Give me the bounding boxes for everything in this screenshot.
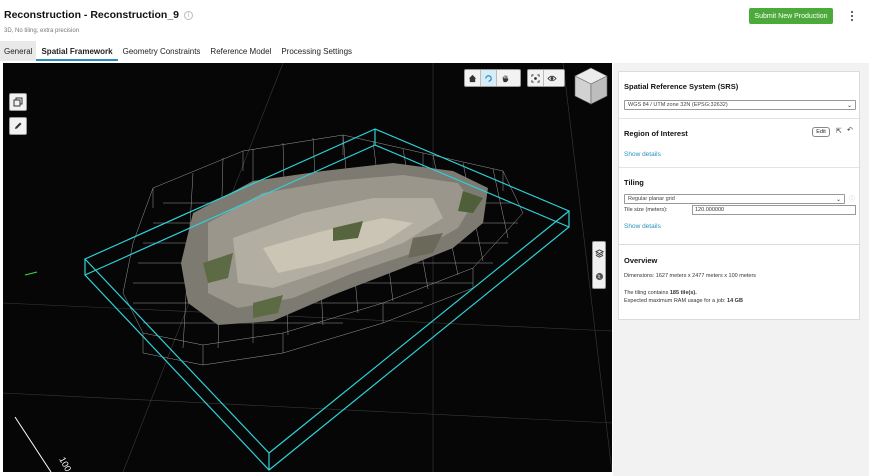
green-axis-marker (24, 271, 38, 276)
tab-general[interactable]: General (0, 41, 37, 61)
side-tools (592, 241, 606, 289)
roi-title: Region of Interest (624, 129, 688, 138)
tab-geometry-constraints[interactable]: Geometry Constraints (118, 41, 206, 61)
export-icon[interactable]: ⇱ (836, 127, 842, 135)
roi-show-details-link[interactable]: Show details (624, 151, 661, 158)
point-cloud (181, 163, 488, 325)
srs-select[interactable]: WGS 84 / UTM zone 32N (EPSG:32632) ⌄ (624, 100, 856, 110)
box-select-button[interactable] (9, 93, 27, 111)
home-button[interactable] (465, 70, 481, 86)
tab-bar: General Spatial Framework Geometry Const… (0, 41, 869, 61)
pan-button[interactable] (497, 70, 513, 86)
submit-new-production-button[interactable]: Submit New Production (749, 8, 833, 24)
tiling-info-icon[interactable]: ⓘ (849, 194, 855, 203)
tiling-mode-select[interactable]: Regular planar grid ⌄ (624, 194, 845, 204)
fit-icon (531, 73, 540, 83)
overview-tiles: The tiling contains 185 tile(s). (624, 290, 697, 296)
more-options-icon[interactable] (848, 9, 856, 23)
info-icon[interactable]: i (184, 10, 194, 20)
page-title: Reconstruction - Reconstruction_9 (4, 9, 180, 21)
divider (619, 167, 861, 168)
overview-card: Overview Dimensions: 1627 meters x 2477 … (618, 244, 860, 320)
chevron-down-icon: ⌄ (846, 103, 852, 109)
overview-ram: Expected maximum RAM usage for a job: 14… (624, 298, 743, 304)
tile-size-value: 120.000000 (695, 207, 725, 213)
properties-panel: Spatial Reference System (SRS) WGS 84 / … (613, 63, 869, 476)
divider (619, 118, 861, 119)
box-select-icon (13, 97, 23, 107)
page-subtitle: 3D, No tiling, extra precision (4, 28, 80, 34)
view-toolbar (464, 69, 521, 87)
navigation-cube[interactable] (573, 66, 609, 106)
scene-canvas[interactable]: 100 (3, 63, 612, 472)
tiling-title: Tiling (624, 178, 644, 187)
axis-line (14, 416, 52, 472)
eye-icon (547, 75, 557, 81)
settings-card: Spatial Reference System (SRS) WGS 84 / … (618, 71, 861, 245)
pan-icon (502, 74, 508, 82)
srs-value: WGS 84 / UTM zone 32N (EPSG:32632) (628, 102, 728, 108)
tiling-show-details-link[interactable]: Show details (624, 223, 661, 230)
visibility-button[interactable] (544, 70, 560, 86)
overview-ram-prefix: Expected maximum RAM usage for a job: (624, 298, 728, 304)
undo-icon[interactable]: ↶ (847, 126, 853, 134)
pencil-icon (15, 122, 22, 129)
overview-dimensions: Dimensions: 1627 meters x 2477 meters x … (624, 273, 757, 279)
tab-spatial-framework[interactable]: Spatial Framework (36, 41, 118, 61)
view-toolbar-2 (527, 69, 565, 87)
3d-viewport[interactable]: 100 (3, 63, 612, 472)
home-icon (468, 74, 477, 82)
orbit-icon (485, 74, 492, 82)
overview-tiles-prefix: The tiling contains (624, 290, 670, 296)
tile-size-input[interactable]: 120.000000 (692, 205, 856, 215)
fit-button[interactable] (528, 70, 544, 86)
tab-processing-settings[interactable]: Processing Settings (276, 41, 357, 61)
header: Reconstruction - Reconstruction_9 i 3D, … (0, 0, 869, 40)
overview-ram-value: 14 GB (727, 298, 743, 304)
layers-icon[interactable] (594, 249, 604, 258)
overview-title: Overview (624, 256, 658, 265)
title-row: Reconstruction - Reconstruction_9 i (4, 9, 194, 21)
tab-reference-model[interactable]: Reference Model (205, 41, 276, 61)
pencil-button[interactable] (9, 117, 27, 135)
chevron-down-icon: ⌄ (835, 197, 841, 203)
srs-title: Spatial Reference System (SRS) (624, 82, 739, 91)
overview-tiles-count: 185 tile(s). (669, 290, 697, 296)
tiling-mode-value: Regular planar grid (628, 196, 675, 202)
roi-edit-button[interactable]: Edit (812, 127, 830, 137)
app-root: Reconstruction - Reconstruction_9 i 3D, … (0, 0, 869, 476)
globe-icon[interactable] (595, 272, 604, 281)
tile-size-label: Tile size (meters): (624, 207, 668, 213)
axis-label: 100 (57, 455, 73, 472)
orbit-button[interactable] (481, 70, 497, 86)
